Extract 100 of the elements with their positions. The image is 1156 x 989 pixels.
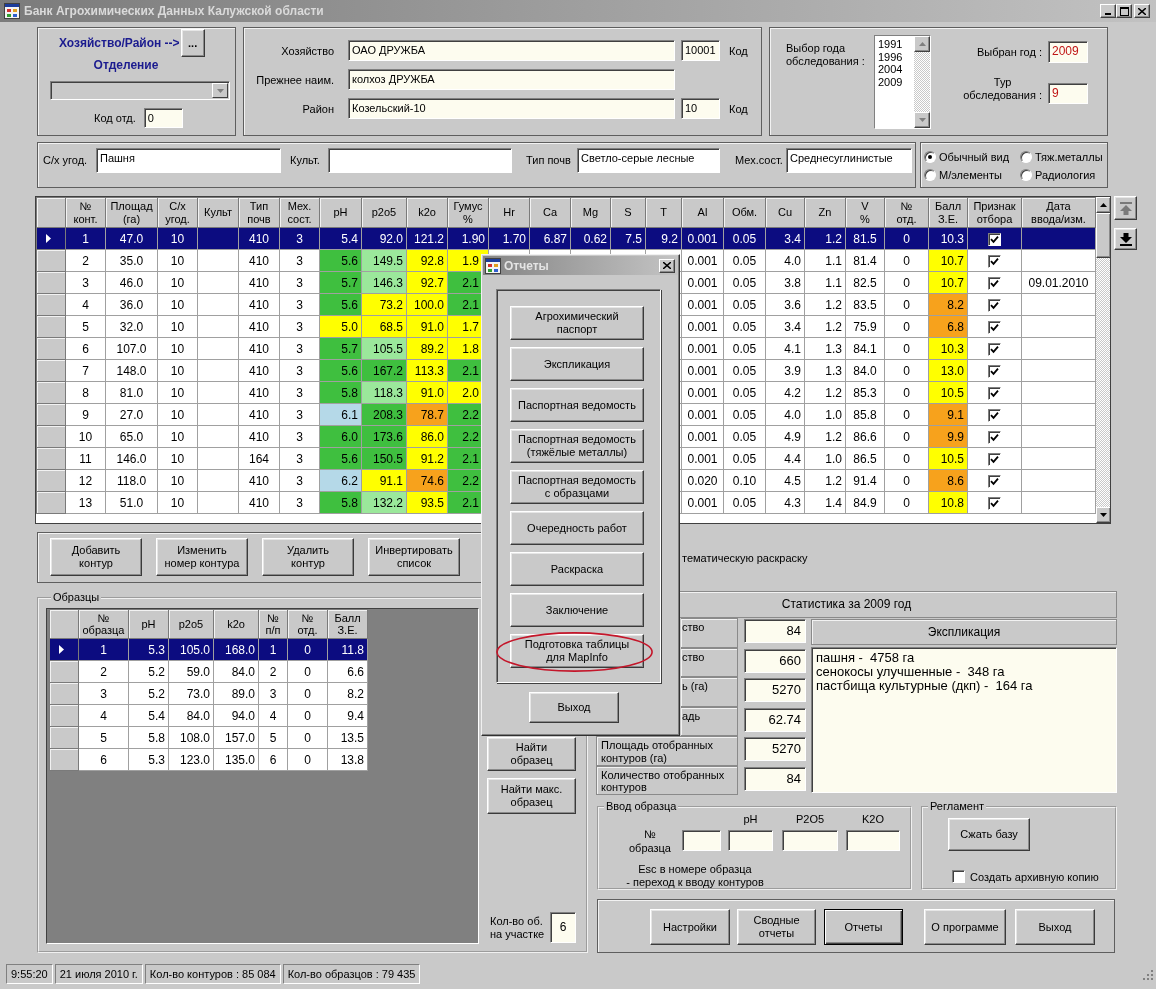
minimize-button[interactable] xyxy=(1100,4,1116,18)
list-item[interactable]: 1996 xyxy=(877,50,914,63)
checkbox[interactable] xyxy=(988,496,1001,510)
report-button[interactable]: Заключение xyxy=(510,593,644,627)
report-button[interactable]: Экспликация xyxy=(510,347,644,381)
contour-action-button[interactable]: Удалить контур xyxy=(262,538,354,576)
text-field[interactable]: Среднесуглинистые xyxy=(786,148,912,173)
checkbox[interactable] xyxy=(988,474,1001,488)
move-down-button[interactable] xyxy=(1114,228,1137,250)
list-item[interactable]: 1991 xyxy=(877,38,914,51)
exit-button[interactable]: Выход xyxy=(529,692,619,723)
action-button[interactable]: Настройки xyxy=(650,909,730,945)
radio-button[interactable] xyxy=(1020,150,1032,163)
radio-label[interactable]: Обычный вид xyxy=(939,150,1010,163)
text-field[interactable]: Светло-серые лесные xyxy=(577,148,720,173)
checkbox[interactable] xyxy=(988,430,1001,444)
column-header: Культ xyxy=(197,197,239,228)
text-field[interactable] xyxy=(328,148,512,173)
text-field[interactable]: 0 xyxy=(143,108,183,128)
action-button[interactable]: Выход xyxy=(1015,909,1095,945)
input-field[interactable] xyxy=(728,830,773,851)
vertical-scrollbar[interactable] xyxy=(914,36,930,128)
checkbox[interactable] xyxy=(988,276,1001,290)
resize-grip-icon xyxy=(1142,968,1153,980)
input-field[interactable] xyxy=(682,830,721,851)
checkbox[interactable] xyxy=(988,364,1001,378)
compress-button[interactable]: Сжать базу xyxy=(948,818,1030,851)
table-row[interactable]: 1 47.0 10 410 3 5.4 92.0 121.2 1.90 1.70 6.87 0.62 7.5 9.2 0.001 0.05 3.4 1.2 81.5 0 10.3 xyxy=(36,227,1096,250)
code-field[interactable]: 10 xyxy=(681,98,720,119)
contour-action-button[interactable]: Инвертировать список xyxy=(368,538,460,576)
scroll-down-button[interactable] xyxy=(1096,507,1110,523)
report-button[interactable]: Раскраска xyxy=(510,552,644,586)
contour-action-button[interactable]: Изменить номер контура xyxy=(156,538,248,576)
radio-label[interactable]: М/элементы xyxy=(939,168,1002,181)
radio-button[interactable] xyxy=(924,168,936,181)
scroll-up-button[interactable] xyxy=(1096,197,1110,213)
checkbox[interactable] xyxy=(988,452,1001,466)
column-header: № отд. xyxy=(884,197,929,228)
report-button[interactable]: Паспортная ведомость с образцами xyxy=(510,470,644,504)
table-cell: 0.001 xyxy=(681,359,724,382)
browse-button[interactable]: ... xyxy=(180,29,205,57)
list-item[interactable]: 2004 xyxy=(877,63,914,76)
report-button[interactable]: Паспортная ведомость (тяжёлые металлы) xyxy=(510,429,644,463)
table-cell: 0.05 xyxy=(723,249,766,272)
table-cell: 10 xyxy=(157,315,198,338)
text-field[interactable]: 2009 xyxy=(1048,41,1088,63)
scrollbar-thumb[interactable] xyxy=(1096,213,1110,258)
text-field[interactable]: колхоз ДРУЖБА xyxy=(348,69,675,90)
table-row[interactable]: 2 5.2 59.0 84.0 2 0 6.6 xyxy=(49,660,368,683)
action-button[interactable]: Сводные отчеты xyxy=(737,909,816,945)
text-field[interactable]: ОАО ДРУЖБА xyxy=(348,40,675,61)
table-cell: 5.2 xyxy=(128,660,169,683)
list-item[interactable]: 2009 xyxy=(877,75,914,88)
scroll-down-button[interactable] xyxy=(914,112,930,128)
text-field[interactable]: 6 xyxy=(550,912,576,943)
text-field[interactable]: Козельский-10 xyxy=(348,98,675,119)
dialog-title: Отчеты xyxy=(504,258,549,273)
action-button[interactable]: Отчеты xyxy=(824,909,903,945)
table-cell: 3.4 xyxy=(765,315,805,338)
checkbox[interactable] xyxy=(988,408,1001,422)
checkbox[interactable] xyxy=(988,342,1001,356)
option-label[interactable]: тематическую раскраску xyxy=(682,552,808,565)
checkbox[interactable] xyxy=(988,386,1001,400)
report-button[interactable]: Очередность работ xyxy=(510,511,644,545)
find-max-sample-button[interactable]: Найти макс. образец xyxy=(487,778,576,814)
checkbox[interactable] xyxy=(988,298,1001,312)
table-row[interactable]: 3 5.2 73.0 89.0 3 0 8.2 xyxy=(49,682,368,705)
year-list[interactable]: 1991 1996 2004 2009 xyxy=(874,35,931,129)
close-button[interactable] xyxy=(659,258,675,273)
table-cell: 0.62 xyxy=(570,227,611,250)
vertical-scrollbar[interactable] xyxy=(1096,197,1110,523)
radio-label[interactable]: Тяж.металлы xyxy=(1035,150,1103,163)
radio-label[interactable]: Радиология xyxy=(1035,168,1096,181)
table-row[interactable]: 1 5.3 105.0 168.0 1 0 11.8 xyxy=(49,638,368,661)
input-field[interactable] xyxy=(846,830,900,851)
text-field[interactable]: Пашня xyxy=(96,148,281,173)
contour-action-button[interactable]: Добавить контур xyxy=(50,538,142,576)
maximize-button[interactable] xyxy=(1116,4,1132,18)
checkbox[interactable] xyxy=(988,232,1001,246)
checkbox-label[interactable]: Создать архивную копию xyxy=(970,870,1099,883)
action-button[interactable]: О программе xyxy=(924,909,1006,945)
checkbox[interactable] xyxy=(988,320,1001,334)
checkbox[interactable] xyxy=(988,254,1001,268)
input-field[interactable] xyxy=(782,830,838,851)
find-sample-button[interactable]: Найти образец xyxy=(487,737,576,771)
explication-field[interactable]: пашня - 4758 га сенокосы улучшенные - 348 га пастбища культурные (дкп) - 164 га xyxy=(811,647,1117,793)
code-field[interactable]: 10001 xyxy=(681,40,720,61)
table-row[interactable]: 4 5.4 84.0 94.0 4 0 9.4 xyxy=(49,704,368,727)
scroll-up-button[interactable] xyxy=(914,36,930,52)
close-button[interactable] xyxy=(1134,4,1150,18)
field-label: № образца xyxy=(628,827,672,855)
stat-value: 84 xyxy=(744,619,806,643)
text-field[interactable]: 9 xyxy=(1048,83,1088,104)
report-button[interactable]: Паспортная ведомость xyxy=(510,388,644,422)
table-row[interactable]: 6 5.3 123.0 135.0 6 0 13.8 xyxy=(49,748,368,771)
table-row[interactable]: 5 5.8 108.0 157.0 5 0 13.5 xyxy=(49,726,368,749)
report-button[interactable]: Подготовка таблицы для MapInfo xyxy=(510,634,644,668)
column-header: p2o5 xyxy=(361,197,407,228)
checkbox[interactable] xyxy=(952,870,965,883)
report-button[interactable]: Агрохимический паспорт xyxy=(510,306,644,340)
